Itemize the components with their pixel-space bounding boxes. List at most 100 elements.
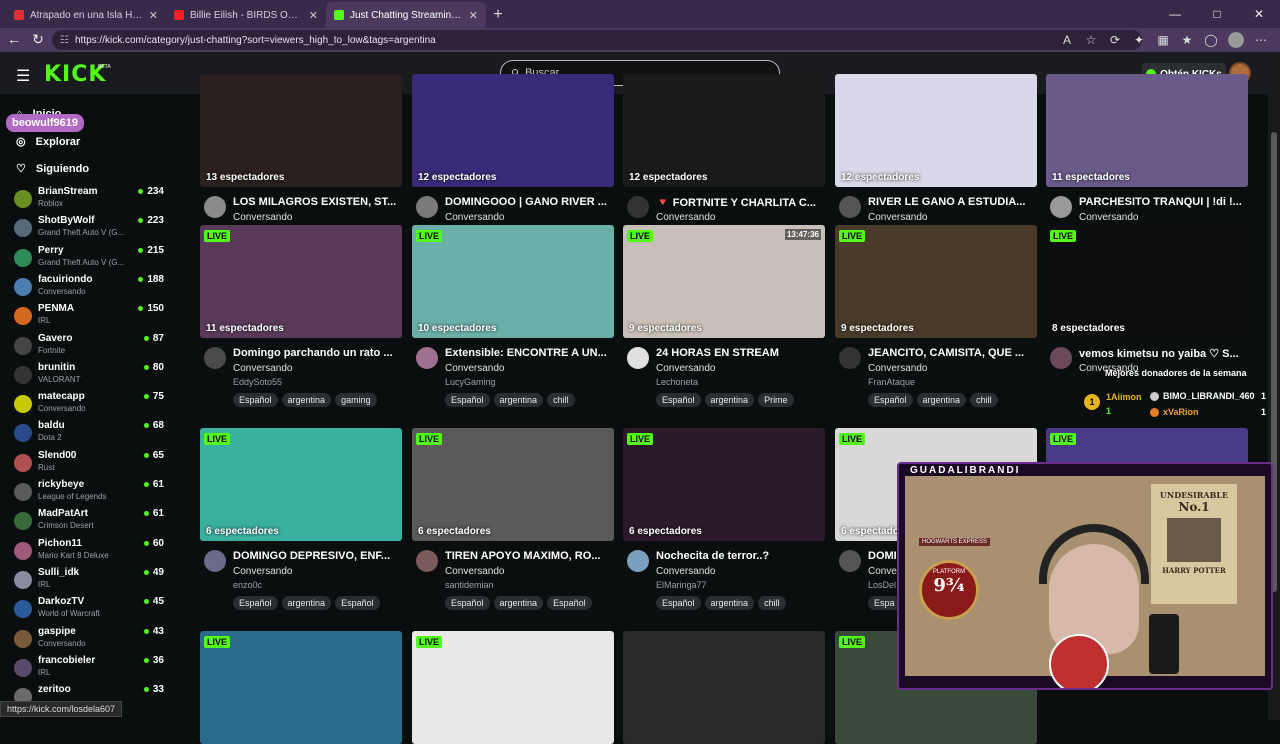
stream-title[interactable]: PARCHESITO TRANQUI | !di !... <box>1079 196 1247 208</box>
minimize-icon[interactable]: — <box>1154 0 1196 28</box>
url-field[interactable]: ☷ https://kick.com/category/just-chattin… <box>52 30 1142 50</box>
split-screen-icon[interactable]: ▦ <box>1156 33 1170 47</box>
streamer-avatar[interactable] <box>627 550 649 572</box>
streamer-avatar[interactable] <box>416 550 438 572</box>
stream-thumbnail[interactable]: LIVE <box>200 631 402 744</box>
stream-thumbnail[interactable]: LIVE 8 espectadores <box>1046 225 1248 338</box>
reload-icon[interactable]: ↻ <box>26 31 50 48</box>
stream-tag[interactable]: Español <box>656 596 701 610</box>
stream-thumbnail[interactable]: LIVE 10 espectadores <box>412 225 614 338</box>
streamer-avatar[interactable] <box>839 196 861 218</box>
stream-category[interactable]: Conversando <box>656 363 715 374</box>
sidebar-channel[interactable]: MadPatArt Crimson Desert 61 <box>14 508 164 534</box>
streamer-avatar[interactable] <box>627 196 649 218</box>
stream-tag[interactable]: Espa <box>868 596 901 610</box>
stream-category[interactable]: Conversando <box>233 566 292 577</box>
streamer-avatar[interactable] <box>204 550 226 572</box>
streamer-username[interactable]: FranAtaque <box>868 377 915 387</box>
sidebar-channel[interactable]: baldu Dota 2 68 <box>14 420 164 446</box>
streamer-username[interactable]: enzo0c <box>233 580 262 590</box>
stream-thumbnail[interactable]: LIVE 9 espectadores <box>835 225 1037 338</box>
stream-category[interactable]: Conversando <box>233 212 292 223</box>
stream-title[interactable]: LOS MILAGROS EXISTEN, ST... <box>233 196 401 208</box>
stream-thumbnail[interactable]: LIVE 6 espectadores <box>412 428 614 541</box>
streamer-avatar[interactable] <box>416 347 438 369</box>
close-tab-icon[interactable]: ✕ <box>469 9 478 22</box>
streamer-username[interactable]: ElMaringa77 <box>656 580 707 590</box>
sidebar-item-siguiendo[interactable]: ♡ Siguiendo <box>16 162 89 176</box>
stream-tag[interactable]: Español <box>445 393 490 407</box>
sidebar-channel[interactable]: Sulli_idk IRL 49 <box>14 567 164 593</box>
stream-tag[interactable]: Español <box>233 393 278 407</box>
streamer-username[interactable]: LosDel <box>868 580 896 590</box>
stream-title[interactable]: JEANCITO, CAMISITA, QUE ... <box>868 347 1036 359</box>
sidebar-channel[interactable]: brunitin VALORANT 80 <box>14 362 164 388</box>
sidebar-channel[interactable]: BrianStream Roblox 234 <box>14 186 164 212</box>
browser-tab[interactable]: Atrapado en una Isla Hasta que G ✕ <box>6 2 166 28</box>
stream-title[interactable]: DOMINGOOO | GANO RIVER ... <box>445 196 613 208</box>
stream-thumbnail[interactable]: LIVE 11 espectadores <box>200 225 402 338</box>
streamer-avatar[interactable] <box>627 347 649 369</box>
streamer-username[interactable]: LucyGaming <box>445 377 496 387</box>
stream-category[interactable]: Conver <box>868 566 900 577</box>
streamer-username[interactable]: santidemian <box>445 580 494 590</box>
stream-thumbnail[interactable]: LIVE 13:47:36 9 espectadores <box>623 225 825 338</box>
sidebar-channel[interactable]: PENMA IRL 150 <box>14 303 164 329</box>
streamer-avatar[interactable] <box>1050 196 1072 218</box>
streamer-username[interactable]: Lechoneta <box>656 377 698 387</box>
sidebar-channel[interactable]: DarkozTV World of Warcraft 45 <box>14 596 164 622</box>
stream-title[interactable]: RIVER LE GANO A ESTUDIA... <box>868 196 1036 208</box>
sidebar-channel[interactable]: Slend00 Rust 65 <box>14 450 164 476</box>
stream-thumbnail[interactable] <box>623 631 825 744</box>
stream-tag[interactable]: gaming <box>335 393 377 407</box>
stream-category[interactable]: Conversando <box>445 566 504 577</box>
stream-tag[interactable]: chill <box>970 393 998 407</box>
stream-tag[interactable]: Español <box>868 393 913 407</box>
sidebar-channel[interactable]: francobieler IRL 36 <box>14 655 164 681</box>
favorites-icon[interactable]: ★ <box>1180 33 1194 47</box>
stream-thumbnail[interactable]: LIVE <box>412 631 614 744</box>
stream-tag[interactable]: argentina <box>493 393 544 407</box>
stream-thumbnail[interactable]: LIVE 6 espectadores <box>200 428 402 541</box>
stream-title[interactable]: 🔻 FORTNITE Y CHARLITA C... <box>656 196 824 209</box>
stream-category[interactable]: Conversando <box>445 212 504 223</box>
sidebar-channel[interactable]: facuiriondo Conversando 188 <box>14 274 164 300</box>
new-tab-button[interactable]: + <box>486 2 510 28</box>
more-icon[interactable]: ⋯ <box>1254 33 1268 47</box>
sidebar-channel[interactable]: Gavero Fortnite 87 <box>14 333 164 359</box>
close-tab-icon[interactable]: ✕ <box>149 9 158 22</box>
stream-thumbnail[interactable]: 11 espectadores <box>1046 74 1248 187</box>
extensions-icon[interactable]: ✦ <box>1132 33 1146 47</box>
stream-category[interactable]: Conversando <box>1079 212 1138 223</box>
sidebar-channel[interactable]: gaspipe Conversando 43 <box>14 626 164 652</box>
stream-thumbnail[interactable]: 13 espectadores <box>200 74 402 187</box>
streamer-username[interactable]: EddySoto55 <box>233 377 282 387</box>
stream-tag[interactable]: chill <box>758 596 786 610</box>
stream-category[interactable]: Conversando <box>233 363 292 374</box>
stream-category[interactable]: Conversando <box>656 566 715 577</box>
stream-tag[interactable]: argentina <box>281 596 332 610</box>
stream-tag[interactable]: Español <box>445 596 490 610</box>
streamer-avatar[interactable] <box>416 196 438 218</box>
stream-title[interactable]: DOMINGO DEPRESIVO, ENF... <box>233 550 401 562</box>
stream-category[interactable]: Conversando <box>868 212 927 223</box>
browser-profile-avatar[interactable] <box>1228 32 1244 48</box>
sidebar-channel[interactable]: Pichon11 Mario Kart 8 Deluxe 60 <box>14 538 164 564</box>
streamer-avatar[interactable] <box>839 550 861 572</box>
stream-title[interactable]: vemos kimetsu no yaiba ♡ S... <box>1079 347 1247 360</box>
streamer-avatar[interactable] <box>1050 347 1072 369</box>
stream-title[interactable]: TIREN APOYO MAXIMO, RO... <box>445 550 613 562</box>
read-aloud-icon[interactable]: A <box>1060 33 1074 47</box>
streamer-avatar[interactable] <box>839 347 861 369</box>
browser-tab[interactable]: Billie Eilish - BIRDS OF A FEATHER ✕ <box>166 2 326 28</box>
stream-title[interactable]: Domingo parchando un rato ... <box>233 347 401 359</box>
stream-title[interactable]: 24 HORAS EN STREAM <box>656 347 824 359</box>
stream-tag[interactable]: argentina <box>493 596 544 610</box>
sidebar-item-explorar[interactable]: ◎ Explorar <box>16 135 80 149</box>
stream-category[interactable]: Conversando <box>868 363 927 374</box>
stream-thumbnail[interactable]: 12 espectadores <box>412 74 614 187</box>
hamburger-menu-icon[interactable]: ☰ <box>16 66 30 86</box>
stream-tag[interactable]: Español <box>547 596 592 610</box>
browser-tab[interactable]: Just Chatting Streaming - Live Stre ✕ <box>326 2 486 28</box>
stream-tag[interactable]: argentina <box>281 393 332 407</box>
